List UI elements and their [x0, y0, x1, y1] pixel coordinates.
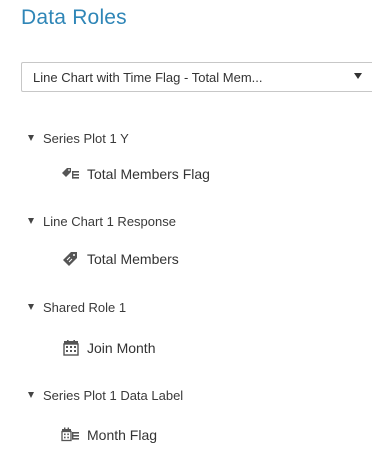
measure-flag-icon [61, 166, 81, 182]
role-header-series-plot-y[interactable]: Series Plot 1 Y [28, 128, 129, 148]
role-item-label: Month Flag [87, 427, 158, 443]
role-item-month-flag[interactable]: Month Flag [61, 424, 157, 446]
caret-down-icon [28, 218, 34, 224]
role-label: Shared Role 1 [43, 299, 127, 315]
object-select-dropdown[interactable]: Line Chart with Time Flag - Total Mem... [21, 62, 372, 92]
role-item-label: Join Month [87, 340, 156, 356]
role-header-shared-role[interactable]: Shared Role 1 [28, 297, 126, 317]
caret-down-icon [28, 392, 34, 398]
caret-down-icon [28, 304, 34, 310]
role-label: Series Plot 1 Y [43, 130, 129, 146]
role-item-label: Total Members [87, 251, 179, 267]
role-item-label: Total Members Flag [87, 166, 210, 182]
data-roles-panel: Data Roles Line Chart with Time Flag - T… [0, 0, 372, 450]
role-label: Line Chart 1 Response [43, 213, 176, 229]
panel-title: Data Roles [21, 6, 127, 29]
calendar-flag-icon [61, 427, 81, 443]
role-item-total-members[interactable]: Total Members [61, 248, 179, 270]
caret-down-icon [28, 135, 34, 141]
role-item-total-members-flag[interactable]: Total Members Flag [61, 163, 210, 185]
measure-icon [61, 251, 81, 267]
role-header-series-plot-data-label[interactable]: Series Plot 1 Data Label [28, 385, 183, 405]
role-label: Series Plot 1 Data Label [43, 387, 184, 403]
chevron-down-icon [354, 73, 362, 79]
role-item-join-month[interactable]: Join Month [61, 337, 155, 359]
role-header-line-chart-response[interactable]: Line Chart 1 Response [28, 211, 176, 231]
object-select-value: Line Chart with Time Flag - Total Mem... [33, 70, 263, 85]
calendar-icon [61, 340, 81, 356]
